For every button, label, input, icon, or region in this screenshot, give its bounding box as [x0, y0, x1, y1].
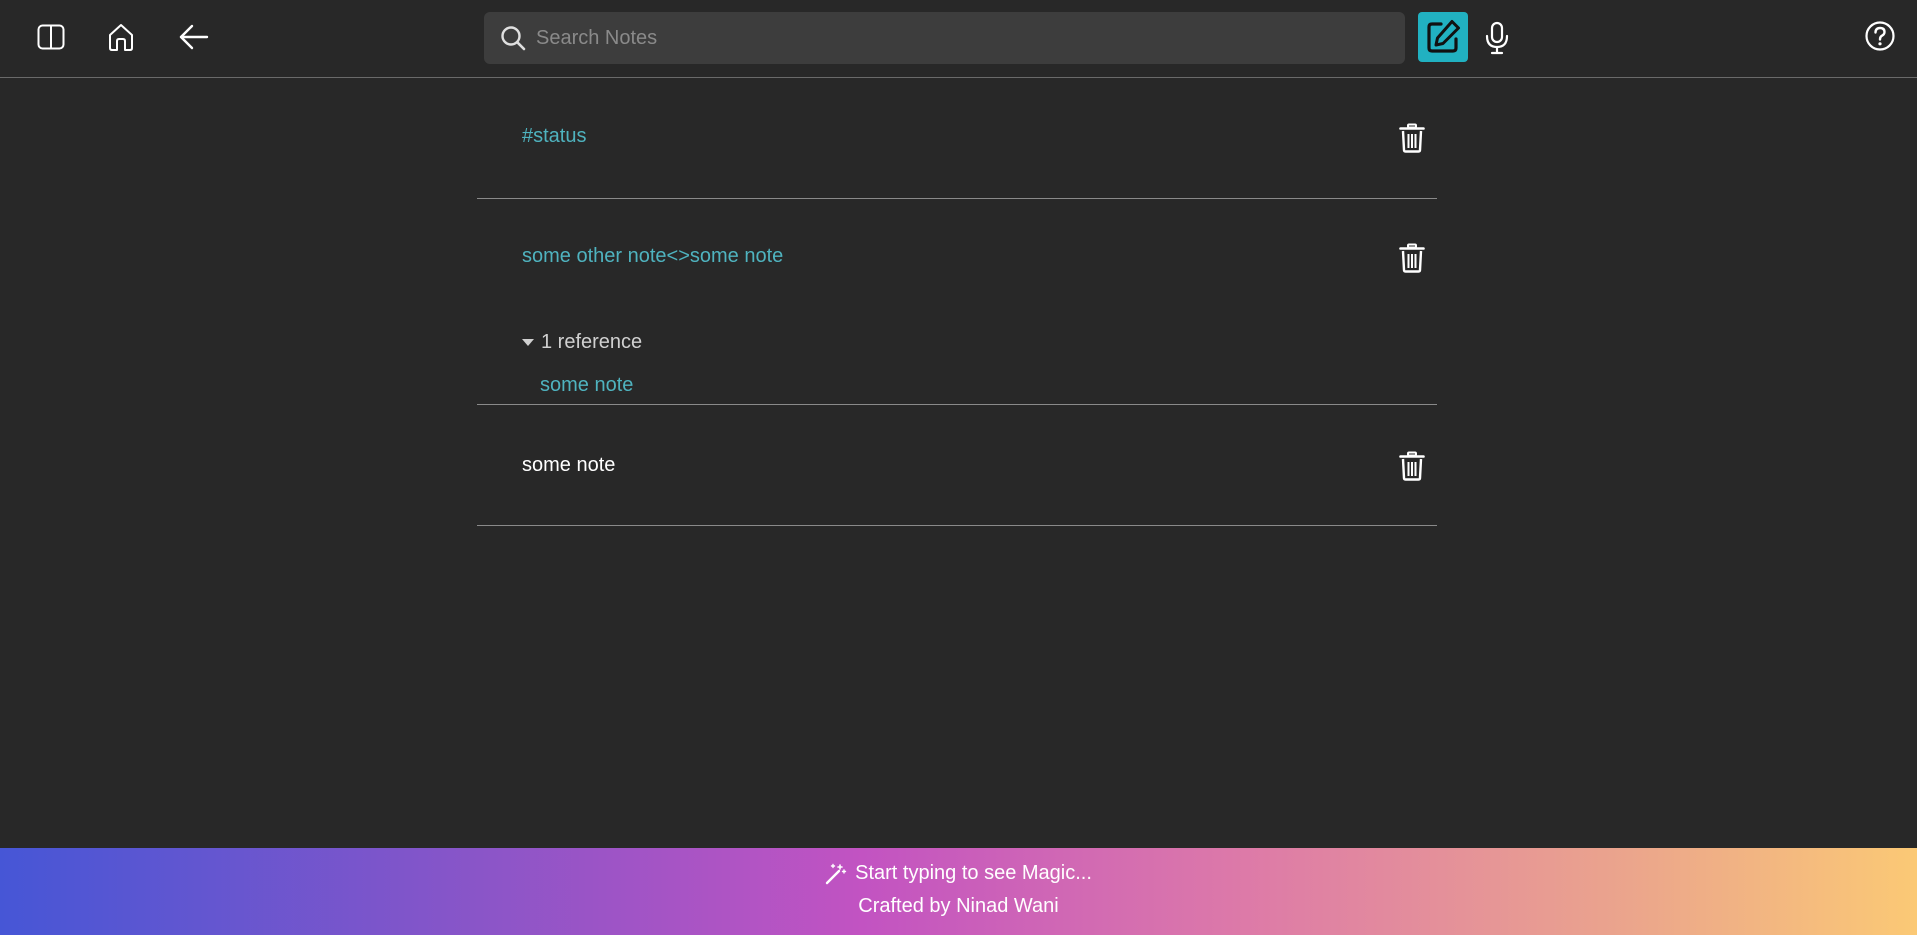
home-icon	[109, 24, 133, 51]
search-input[interactable]	[536, 12, 1405, 64]
references-count-label: 1 reference	[541, 331, 643, 353]
footer-banner: Start typing to see Magic... Crafted by …	[0, 848, 1917, 935]
reference-link[interactable]: some note	[540, 374, 633, 397]
magic-wand-icon	[825, 863, 847, 884]
sidebar-toggle-button[interactable]	[36, 22, 66, 52]
delete-note-button[interactable]	[1397, 243, 1427, 273]
trash-icon	[1399, 243, 1425, 273]
magic-hint: Start typing to see Magic...	[0, 862, 1917, 885]
note-item: some note	[477, 405, 1437, 526]
new-note-icon	[1427, 20, 1460, 53]
note-item: #status	[477, 79, 1437, 199]
help-icon	[1865, 21, 1895, 51]
note-list: #status some other note<>some note 1 ref…	[477, 79, 1437, 526]
credit-text: Crafted by Ninad Wani	[858, 895, 1059, 917]
magic-hint-text: Start typing to see Magic...	[855, 862, 1092, 884]
search-bar	[484, 12, 1405, 64]
new-note-button[interactable]	[1418, 12, 1468, 62]
delete-note-button[interactable]	[1397, 451, 1427, 481]
note-title[interactable]: some other note<>some note	[522, 245, 783, 268]
top-bar	[0, 0, 1917, 78]
help-button[interactable]	[1864, 20, 1896, 52]
references-toggle[interactable]: 1 reference	[522, 331, 642, 354]
caret-down-icon	[522, 339, 534, 346]
sidebar-toggle-icon	[37, 24, 65, 50]
note-title[interactable]: some note	[522, 454, 615, 477]
home-button[interactable]	[106, 22, 136, 52]
back-button[interactable]	[178, 22, 210, 52]
trash-icon	[1399, 123, 1425, 153]
note-title[interactable]: #status	[522, 125, 586, 148]
trash-icon	[1399, 451, 1425, 481]
delete-note-button[interactable]	[1397, 123, 1427, 153]
microphone-icon	[1485, 21, 1509, 55]
voice-input-button[interactable]	[1482, 20, 1512, 56]
back-arrow-icon	[179, 24, 209, 50]
search-icon	[484, 12, 536, 64]
note-item: some other note<>some note 1 reference s…	[477, 199, 1437, 405]
